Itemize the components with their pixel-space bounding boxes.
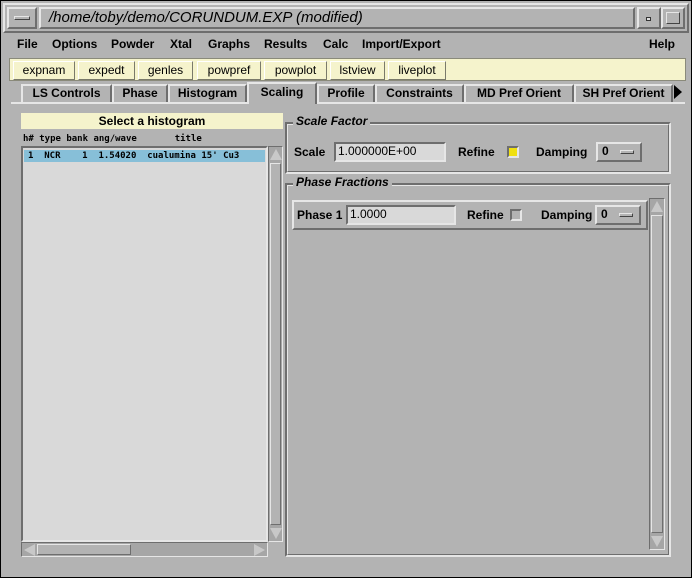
menu-powder[interactable]: Powder [111,37,154,51]
phase-fractions-label: Phase Fractions [293,175,392,189]
vscroll-thumb[interactable] [270,163,281,525]
minimize-icon [646,17,651,21]
tab-scroll-right-icon[interactable] [674,85,682,99]
tab-divider [11,102,685,104]
menu-help[interactable]: Help [649,37,675,51]
scale-input[interactable]: 1.000000E+00 [334,142,446,162]
title-bar[interactable]: /home/toby/demo/CORUNDUM.EXP (modified) [3,3,689,33]
scroll-down-icon[interactable] [270,528,282,539]
application-window: /home/toby/demo/CORUNDUM.EXP (modified) … [0,0,692,578]
genles-button[interactable]: genles [138,61,193,80]
tab-profile[interactable]: Profile [317,84,375,102]
scroll-up-icon[interactable] [270,149,282,160]
menu-bar: File Options Powder Xtal Graphs Results … [5,35,687,55]
scroll-down-icon[interactable] [651,536,663,547]
lstview-button[interactable]: lstview [330,61,385,80]
menu-calc[interactable]: Calc [323,37,348,51]
histogram-list[interactable]: 1 NCR 1 1.54020 cualumina 15' Cu3 [21,146,268,542]
scale-refine-label: Refine [458,145,495,159]
histogram-list-heading: Select a histogram [21,113,283,129]
tab-ls-controls[interactable]: LS Controls [21,84,112,102]
window-title: /home/toby/demo/CORUNDUM.EXP (modified) [39,7,635,29]
scale-refine-checkbox[interactable] [507,146,519,158]
scroll-right-icon[interactable] [254,544,265,556]
scale-damping-value: 0 [602,144,609,158]
minimize-button[interactable] [637,7,661,29]
tab-scaling[interactable]: Scaling [247,82,317,104]
hscroll-thumb[interactable] [37,544,131,555]
phase-fractions-group: Phase Fractions [285,175,671,557]
toolbar: expnam expedt genles powpref powplot lst… [9,58,686,81]
menu-import-export[interactable]: Import/Export [362,37,441,51]
phase-refine-checkbox[interactable] [510,209,522,221]
phase-damping-value: 0 [601,207,608,221]
phase-fractions-vscrollbar[interactable] [649,198,665,550]
histogram-list-columns: h# type bank ang/wave title [23,134,202,144]
menu-results[interactable]: Results [264,37,307,51]
tab-md-pref-orient[interactable]: MD Pref Orient [464,84,574,102]
maximize-icon [666,12,680,24]
phase-damping-menu[interactable]: 0 [595,205,641,225]
maximize-button[interactable] [661,7,685,29]
scale-damping-label: Damping [536,145,588,159]
menu-file[interactable]: File [17,37,38,51]
vscroll-thumb[interactable] [651,215,663,533]
option-menu-indicator-icon [620,150,634,154]
expnam-button[interactable]: expnam [13,61,75,80]
menu-xtal[interactable]: Xtal [170,37,192,51]
phase-damping-label: Damping [541,208,593,222]
tab-sh-pref-orient[interactable]: SH Pref Orient [574,84,673,102]
powplot-button[interactable]: powplot [264,61,327,80]
option-menu-indicator-icon [619,213,633,217]
phase-fraction-input[interactable]: 1.0000 [346,205,456,225]
powpref-button[interactable]: powpref [197,61,261,80]
window-menu-button[interactable] [7,7,37,29]
scale-damping-menu[interactable]: 0 [596,142,642,162]
scroll-left-icon[interactable] [24,544,35,556]
expedt-button[interactable]: expedt [78,61,135,80]
scroll-up-icon[interactable] [651,201,663,212]
menu-options[interactable]: Options [52,37,97,51]
histogram-list-vscrollbar[interactable] [268,146,283,542]
phase-label: Phase 1 [297,208,343,222]
tab-constraints[interactable]: Constraints [375,84,464,102]
scale-label: Scale [294,145,326,159]
scale-factor-label: Scale Factor [293,114,371,128]
tab-histogram[interactable]: Histogram [168,84,247,102]
phase-refine-label: Refine [467,208,504,222]
tab-phase[interactable]: Phase [112,84,168,102]
liveplot-button[interactable]: liveplot [388,61,446,80]
menu-graphs[interactable]: Graphs [208,37,250,51]
window-menu-icon [14,16,30,20]
histogram-row[interactable]: 1 NCR 1 1.54020 cualumina 15' Cu3 [24,150,265,162]
histogram-list-hscrollbar[interactable] [21,542,268,557]
